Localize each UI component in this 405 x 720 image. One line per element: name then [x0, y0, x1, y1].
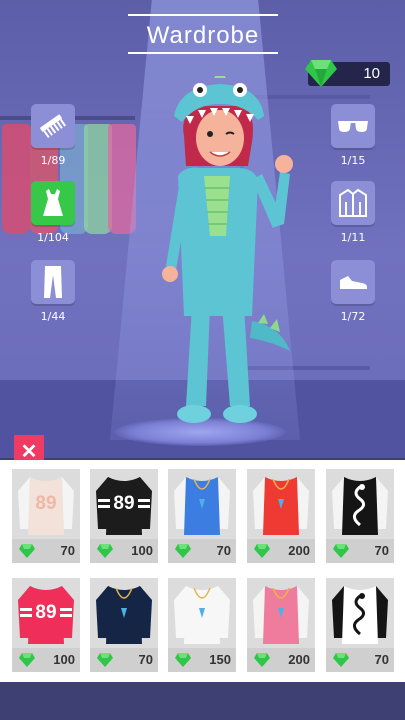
shirt-thumbnail — [253, 477, 309, 535]
shirt-number: 89 — [113, 493, 135, 514]
shirt-thumbnail — [174, 477, 230, 535]
dress-icon — [43, 189, 63, 216]
category-pants[interactable]: 1/44 — [31, 260, 75, 323]
gem-icon — [97, 653, 113, 667]
shop-item-card[interactable]: 89 70 — [12, 469, 80, 563]
item-price: 100 — [12, 648, 80, 672]
gem-icon — [254, 544, 270, 558]
price-value: 70 — [60, 543, 75, 558]
gem-count: 10 — [363, 65, 380, 82]
category-shoes[interactable]: 1/72 — [331, 260, 375, 323]
gem-icon — [97, 544, 113, 558]
category-jacket-button[interactable] — [331, 181, 375, 225]
item-price: 70 — [326, 648, 394, 672]
category-dress-count: 1/104 — [37, 231, 69, 244]
jacket-icon — [339, 188, 367, 217]
bottom-bar — [0, 682, 405, 720]
gem-icon — [19, 653, 35, 667]
gem-icon — [175, 544, 191, 558]
category-pants-count: 1/44 — [40, 310, 66, 323]
item-price: 70 — [168, 539, 236, 563]
price-value: 200 — [288, 543, 310, 558]
sunglasses-icon — [338, 121, 368, 132]
page-title: Wardrobe — [146, 22, 260, 49]
gem-icon — [333, 544, 349, 558]
category-accessories[interactable]: 1/15 — [331, 104, 375, 167]
price-value: 200 — [288, 652, 310, 667]
shirt-thumbnail — [96, 586, 152, 644]
item-price: 200 — [247, 539, 315, 563]
item-price: 70 — [90, 648, 158, 672]
item-price: 70 — [12, 539, 80, 563]
category-hair[interactable]: 1/89 — [31, 104, 75, 167]
title-frame: Wardrobe — [128, 14, 278, 54]
price-value: 150 — [209, 652, 231, 667]
item-price: 70 — [326, 539, 394, 563]
shirt-thumbnail — [332, 477, 388, 535]
character-avatar[interactable] — [140, 76, 310, 441]
gem-icon — [254, 653, 270, 667]
category-jacket[interactable]: 1/11 — [331, 181, 375, 244]
price-value: 70 — [374, 543, 389, 558]
shop-item-card[interactable]: 150 — [168, 578, 236, 672]
price-value: 100 — [131, 543, 153, 558]
price-value: 70 — [374, 652, 389, 667]
category-hair-count: 1/89 — [40, 154, 66, 167]
category-shoes-count: 1/72 — [340, 310, 366, 323]
shirt-thumbnail — [174, 586, 230, 644]
category-jacket-count: 1/11 — [340, 231, 366, 244]
category-dress-button[interactable] — [31, 181, 75, 225]
shoe-icon — [340, 276, 367, 289]
category-accessories-button[interactable] — [331, 104, 375, 148]
shirt-thumbnail — [332, 586, 388, 644]
shirt-number: 89 — [35, 602, 57, 623]
shop-item-card[interactable]: 70 — [168, 469, 236, 563]
shop-item-card[interactable]: 89 100 — [12, 578, 80, 672]
shirt-number: 89 — [35, 493, 57, 514]
item-price: 100 — [90, 539, 158, 563]
category-pants-button[interactable] — [31, 260, 75, 304]
category-shoes-button[interactable] — [331, 260, 375, 304]
gem-icon — [333, 653, 349, 667]
price-value: 70 — [138, 652, 153, 667]
item-price: 200 — [247, 648, 315, 672]
gem-icon — [175, 653, 191, 667]
comb-icon — [40, 114, 67, 139]
item-price: 150 — [168, 648, 236, 672]
shop-item-card[interactable]: 200 — [247, 469, 315, 563]
category-dress[interactable]: 1/104 — [31, 181, 75, 244]
category-hair-button[interactable] — [31, 104, 75, 148]
price-value: 70 — [216, 543, 231, 558]
category-accessories-count: 1/15 — [340, 154, 366, 167]
shop-item-card[interactable]: 89 100 — [90, 469, 158, 563]
shop-item-card[interactable]: 70 — [326, 578, 394, 672]
hanging-cloth — [2, 124, 30, 234]
shop-item-card[interactable]: 200 — [247, 578, 315, 672]
pants-icon — [44, 266, 62, 298]
gem-icon — [19, 544, 35, 558]
shop-item-card[interactable]: 70 — [90, 578, 158, 672]
price-value: 100 — [53, 652, 75, 667]
shop-item-card[interactable]: 70 — [326, 469, 394, 563]
shirt-thumbnail — [253, 586, 309, 644]
